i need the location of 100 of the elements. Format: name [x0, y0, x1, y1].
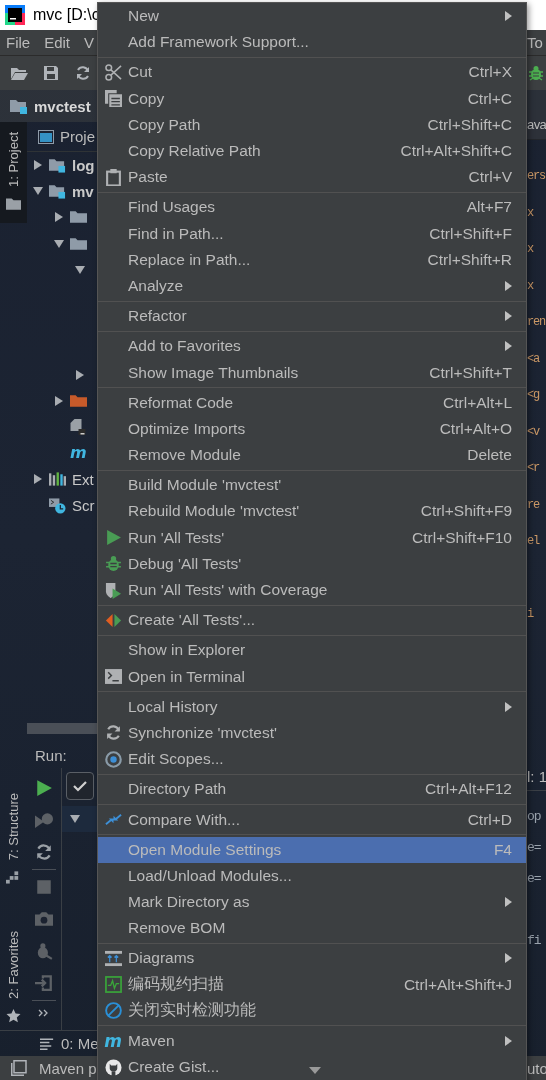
menu-item[interactable]: m Maven: [98, 1027, 526, 1055]
menu-item[interactable]: Remove BOM: [98, 915, 526, 942]
menu-item[interactable]: Reformat Code Ctrl+Alt+L: [98, 389, 526, 416]
expand-arrow-icon[interactable]: [33, 160, 43, 171]
code-text: <v: [527, 424, 539, 439]
menu-item[interactable]: Edit Scopes...: [98, 746, 526, 773]
menu-bar-item[interactable]: To: [527, 34, 546, 51]
menu-bar-item[interactable]: Edit: [44, 34, 71, 51]
check-icon: [73, 780, 87, 792]
menu-item[interactable]: Compare With... Ctrl+D: [98, 806, 526, 833]
import-icon[interactable]: [35, 974, 53, 992]
tool-window-tab[interactable]: 0: Me: [61, 1035, 99, 1052]
tree-item[interactable]: log: [72, 156, 95, 174]
menu-item[interactable]: Cut Ctrl+X: [98, 59, 526, 86]
tree-item[interactable]: Ext: [72, 470, 94, 488]
menu-bar-item[interactable]: V: [84, 34, 95, 51]
menu-item[interactable]: 编码规约扫描 Ctrl+Alt+Shift+J: [98, 971, 526, 998]
stop-icon[interactable]: [35, 878, 53, 896]
tool-window-tab[interactable]: 2: Favorites: [0, 921, 27, 1036]
open-folder-icon[interactable]: [10, 65, 28, 81]
tool-window-tab[interactable]: 7: Structure: [0, 782, 27, 897]
editor-tab[interactable]: ava: [527, 117, 546, 132]
code-text: el: [527, 534, 539, 549]
module-folder-icon: [49, 183, 66, 200]
menu-item[interactable]: Build Module 'mvctest': [98, 472, 526, 499]
expand-arrow-icon[interactable]: [33, 474, 43, 485]
lines-icon: [40, 1037, 55, 1050]
menu-item[interactable]: Show in Explorer: [98, 637, 526, 664]
menu-item[interactable]: New: [98, 3, 526, 30]
menu-bar-item[interactable]: File: [6, 34, 31, 51]
menu-item[interactable]: Run 'All Tests' Ctrl+Shift+F10: [98, 524, 526, 551]
menu-item[interactable]: Diagrams: [98, 945, 526, 972]
menu-item[interactable]: Replace in Path... Ctrl+Shift+R: [98, 246, 526, 273]
console-text: e=: [527, 840, 541, 855]
expand-arrow-icon[interactable]: [75, 369, 85, 380]
console-text: op: [527, 809, 541, 824]
code-text: x: [527, 205, 533, 220]
menu-item[interactable]: Local History: [98, 693, 526, 720]
play-icon[interactable]: [35, 779, 53, 797]
menu-item[interactable]: Synchronize 'mvctest': [98, 719, 526, 747]
sync-icon[interactable]: [35, 843, 53, 861]
sync-icon: [104, 724, 122, 742]
scissors-icon: [104, 63, 122, 81]
collapse-arrow-icon[interactable]: [75, 264, 85, 275]
status-text: Maven p: [39, 1059, 97, 1077]
test-tree-row[interactable]: [62, 806, 97, 832]
play-icon: [104, 529, 122, 547]
code-text: ren: [527, 315, 545, 330]
menu-item[interactable]: Find in Path... Ctrl+Shift+F: [98, 220, 526, 247]
menu-item[interactable]: 关闭实时检测功能: [98, 997, 526, 1024]
view-tab[interactable]: Proje: [60, 128, 96, 145]
menu-item[interactable]: Directory Path Ctrl+Alt+F12: [98, 776, 526, 803]
save-icon[interactable]: [42, 65, 60, 81]
expand-arrow-icon[interactable]: [54, 395, 64, 406]
menu-item[interactable]: Copy Path Ctrl+Shift+C: [98, 111, 526, 138]
module-folder-icon: [49, 157, 66, 174]
folder-icon: [70, 209, 87, 226]
console-text: fi: [527, 933, 541, 948]
menu-item[interactable]: Load/Unload Modules...: [98, 862, 526, 889]
menu-item[interactable]: Open in Terminal: [98, 663, 526, 690]
menu-item[interactable]: Create 'All Tests'...: [98, 607, 526, 634]
menu-item[interactable]: Analyze: [98, 272, 526, 300]
menu-item[interactable]: Run 'All Tests' with Coverage: [98, 576, 526, 604]
more-chevrons-icon[interactable]: [38, 1009, 50, 1017]
tree-item[interactable]: Scr: [72, 497, 95, 515]
collapse-arrow-icon[interactable]: [70, 814, 80, 824]
menu-item[interactable]: Mark Directory as: [98, 889, 526, 916]
code-text: ers: [527, 169, 545, 184]
file-icon: [70, 418, 87, 435]
collapse-arrow-icon[interactable]: [54, 238, 64, 249]
menu-item[interactable]: Copy Relative Path Ctrl+Alt+Shift+C: [98, 137, 526, 165]
menu-item[interactable]: Refactor: [98, 303, 526, 330]
target-icon: [104, 750, 122, 768]
menu-item[interactable]: Paste Ctrl+V: [98, 164, 526, 191]
code-text: re: [527, 497, 539, 512]
square-icon[interactable]: [11, 1060, 27, 1076]
scroll-down-arrow-icon[interactable]: [309, 1067, 321, 1074]
menu-item[interactable]: Add to Favorites: [98, 333, 526, 360]
sync-icon[interactable]: [74, 65, 92, 81]
console-text: e=: [527, 871, 541, 886]
collapse-arrow-icon[interactable]: [33, 186, 43, 197]
expand-arrow-icon[interactable]: [54, 212, 64, 223]
menu-item[interactable]: Copy Ctrl+C: [98, 85, 526, 112]
module-folder-icon: [10, 98, 28, 114]
folder-icon: [6, 196, 21, 211]
menu-item[interactable]: Show Image Thumbnails Ctrl+Shift+T: [98, 359, 526, 386]
tool-window-tab[interactable]: 1: Project: [0, 122, 27, 223]
menu-item[interactable]: Optimize Imports Ctrl+Alt+O: [98, 415, 526, 442]
menu-item[interactable]: Remove Module Delete: [98, 442, 526, 469]
camera-icon[interactable]: [35, 910, 53, 928]
menu-item[interactable]: Debug 'All Tests': [98, 550, 526, 577]
rerun-failed-icon[interactable]: [35, 811, 53, 829]
menu-item[interactable]: Find Usages Alt+F7: [98, 194, 526, 221]
show-passed-toggle[interactable]: [66, 772, 94, 800]
pulse-monitor-icon: [104, 976, 122, 994]
menu-item[interactable]: Rebuild Module 'mvctest' Ctrl+Shift+F9: [98, 498, 526, 525]
menu-item[interactable]: Create Gist...: [98, 1054, 526, 1080]
code-text: x: [527, 242, 533, 257]
tree-item[interactable]: mv: [72, 182, 94, 200]
menu-item[interactable]: Add Framework Support...: [98, 29, 526, 56]
